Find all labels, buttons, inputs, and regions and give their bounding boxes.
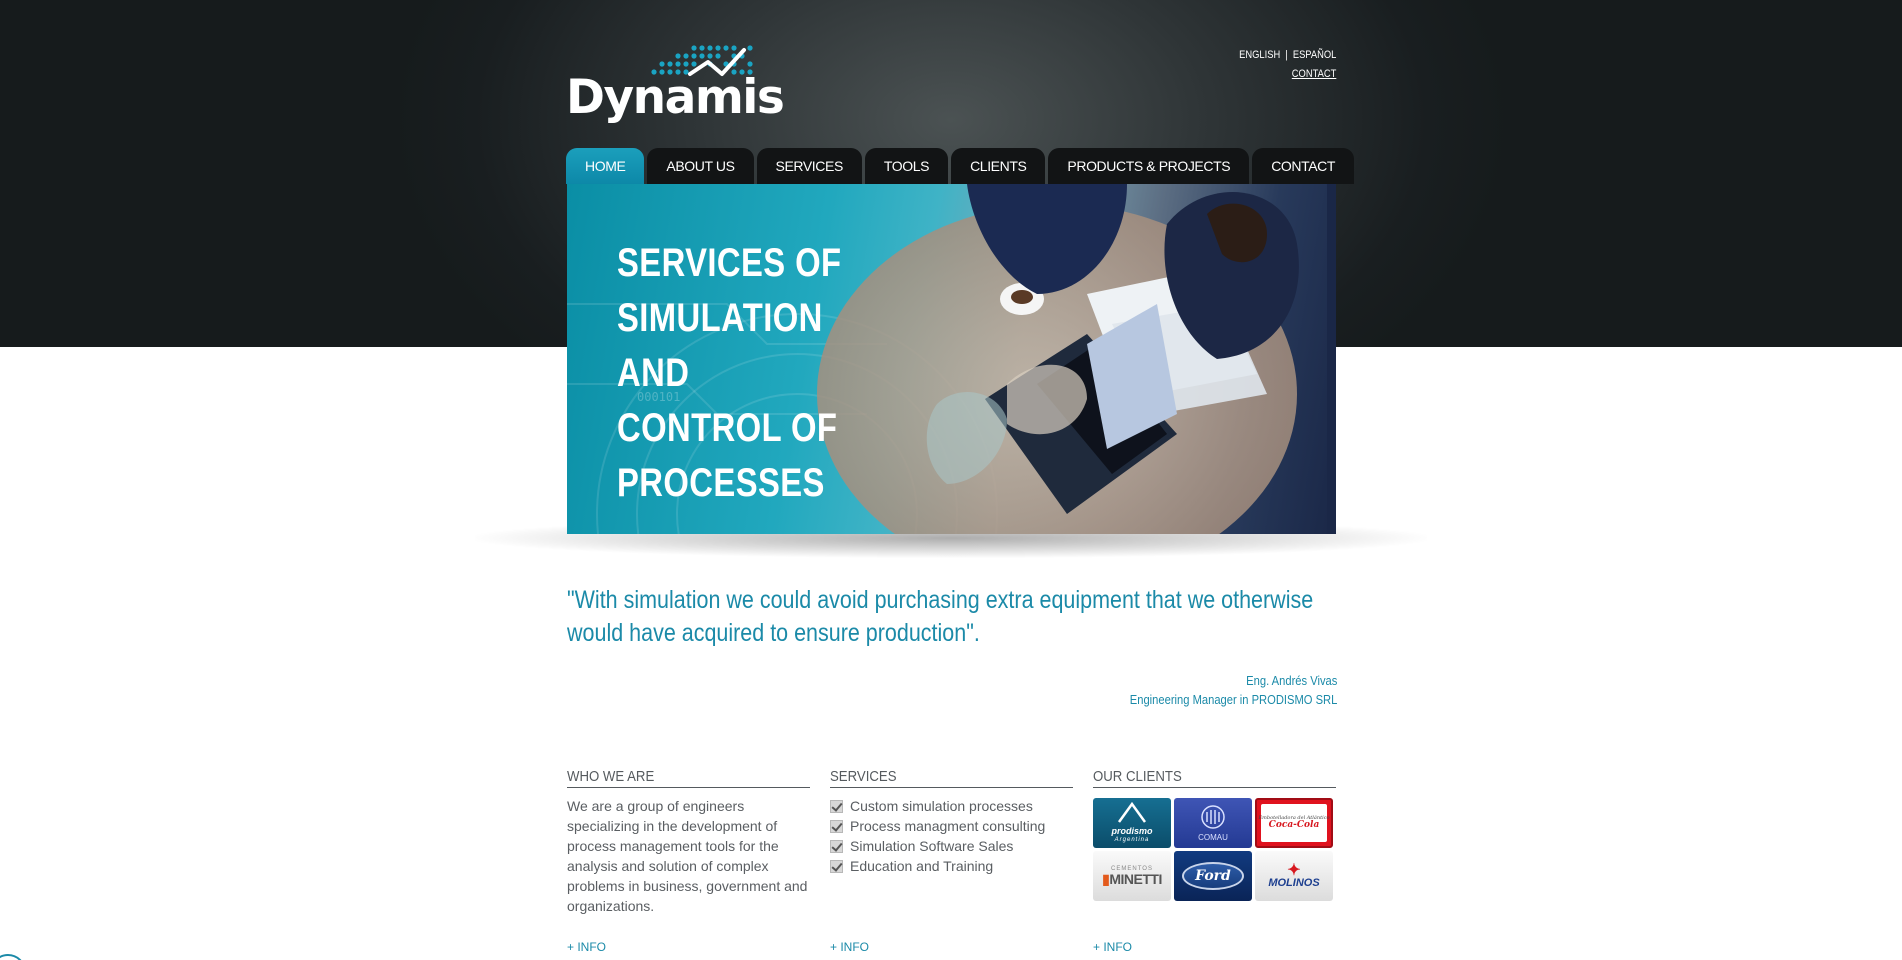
clients-more-link[interactable]: + INFO: [1093, 940, 1132, 954]
logo-text: COMAU: [1198, 832, 1228, 842]
logo-text: Ford: [1195, 868, 1231, 884]
author-title: Engineering Manager in PRODISMO SRL: [1129, 692, 1337, 707]
client-logo-grid: prodismo Argentina COMAU Embotelladora d…: [1093, 798, 1336, 901]
who-we-are-heading-text: WHO WE ARE: [567, 768, 655, 785]
dynamis-logo[interactable]: Dynamis: [566, 44, 785, 128]
who-we-are-heading: WHO WE ARE: [567, 768, 810, 788]
client-logo-minetti[interactable]: CEMENTOS ▮MINETTI: [1093, 851, 1171, 901]
comau-mark-icon: [1201, 805, 1225, 829]
client-logo-name: prodismo Argentina: [1111, 826, 1153, 843]
who-we-are-section: WHO WE ARE We are a group of engineers s…: [567, 768, 810, 916]
services-list: Custom simulation processes Process mana…: [830, 796, 1073, 876]
checkbox-icon: [830, 799, 843, 813]
lang-espanol-link[interactable]: ESPAÑOL: [1293, 49, 1336, 61]
client-logo-molinos[interactable]: ✦ MOLINOS: [1255, 851, 1333, 901]
lang-english-link[interactable]: ENGLISH: [1239, 49, 1280, 61]
logo-text: Coca-Cola: [1268, 819, 1320, 830]
checkbox-icon: [830, 839, 843, 853]
logo-text: prodismo: [1111, 826, 1153, 837]
list-item: Education and Training: [830, 856, 1073, 876]
client-logo-coca-cola[interactable]: Embotelladora del Atlántico Coca-Cola: [1255, 798, 1333, 848]
services-heading-text: SERVICES: [830, 768, 897, 785]
page: Dynamis ENGLISH | ESPAÑOL CONTACT HOME ABO…: [0, 0, 1902, 960]
scroll-top-icon[interactable]: [0, 954, 26, 960]
logo-text: MINETTI: [1109, 870, 1162, 887]
author-name: Eng. Andrés Vivas: [1245, 673, 1337, 688]
client-logo-name: CEMENTOS ▮MINETTI: [1102, 866, 1162, 887]
list-item: Custom simulation processes: [830, 796, 1073, 816]
nav-tab-home[interactable]: HOME: [566, 148, 645, 184]
client-logo-name: ✦ MOLINOS: [1268, 861, 1320, 890]
banner-headline: SERVICES OF SIMULATION AND CONTROL OF PR…: [617, 236, 863, 511]
logo-wordmark: Dynamis: [566, 70, 785, 125]
banner-headline-line: CONTROL OF: [617, 406, 838, 450]
nav-tab-clients[interactable]: CLIENTS: [951, 148, 1046, 184]
lang-separator: |: [1284, 49, 1288, 61]
logo-text-row: ▮MINETTI: [1102, 870, 1162, 887]
service-label: Custom simulation processes: [850, 798, 1033, 814]
services-section: SERVICES Custom simulation processes Pro…: [830, 768, 1073, 876]
main-nav: HOME ABOUT US SERVICES TOOLS CLIENTS PRO…: [566, 148, 1355, 184]
banner-headline-line: SIMULATION AND: [617, 296, 823, 395]
our-clients-heading-text: OUR CLIENTS: [1093, 768, 1182, 785]
client-logo-prodismo[interactable]: prodismo Argentina: [1093, 798, 1171, 848]
molinos-mark-icon: ✦: [1287, 861, 1301, 879]
nav-tab-about-us[interactable]: ABOUT US: [647, 148, 754, 184]
testimonial-author: Eng. Andrés Vivas Engineering Manager in…: [1129, 671, 1337, 709]
banner-headline-line: SERVICES OF: [617, 241, 842, 285]
language-switcher: ENGLISH | ESPAÑOL CONTACT: [1239, 46, 1336, 84]
testimonial-quote: "With simulation we could avoid purchasi…: [567, 586, 1314, 647]
client-logo-name: Embotelladora del Atlántico Coca-Cola: [1258, 815, 1329, 831]
logo-subtext: Argentina: [1114, 836, 1150, 843]
list-item: Simulation Software Sales: [830, 836, 1073, 856]
client-logo-ford[interactable]: Ford: [1174, 851, 1252, 901]
prodismo-mark-icon: [1117, 802, 1147, 823]
our-clients-heading: OUR CLIENTS: [1093, 768, 1336, 788]
logo-text: MOLINOS: [1268, 876, 1320, 889]
nav-tab-tools[interactable]: TOOLS: [864, 148, 949, 184]
services-more-link[interactable]: + INFO: [830, 940, 869, 954]
nav-tab-contact[interactable]: CONTACT: [1252, 148, 1355, 184]
who-we-are-more-link[interactable]: + INFO: [567, 940, 606, 954]
client-logo-comau[interactable]: COMAU: [1174, 798, 1252, 848]
services-heading: SERVICES: [830, 768, 1073, 788]
ford-oval-icon: Ford: [1182, 862, 1244, 890]
service-label: Process managment consulting: [850, 818, 1046, 834]
banner-binary-text: 000101: [637, 390, 681, 404]
list-item: Process managment consulting: [830, 816, 1073, 836]
hero-banner: SERVICES OF SIMULATION AND CONTROL OF PR…: [567, 184, 1336, 534]
service-label: Education and Training: [850, 858, 994, 874]
checkbox-icon: [830, 819, 843, 833]
header-contact-link[interactable]: CONTACT: [1291, 68, 1336, 80]
nav-tab-products-projects[interactable]: PRODUCTS & PROJECTS: [1048, 148, 1250, 184]
nav-tab-services[interactable]: SERVICES: [756, 148, 862, 184]
who-we-are-text: We are a group of engineers specializing…: [567, 798, 808, 914]
banner-headline-line: PROCESSES: [617, 461, 825, 505]
our-clients-section: OUR CLIENTS prodismo Argentina COMAU Emb…: [1093, 768, 1336, 901]
checkbox-icon: [830, 859, 843, 873]
service-label: Simulation Software Sales: [850, 838, 1014, 854]
